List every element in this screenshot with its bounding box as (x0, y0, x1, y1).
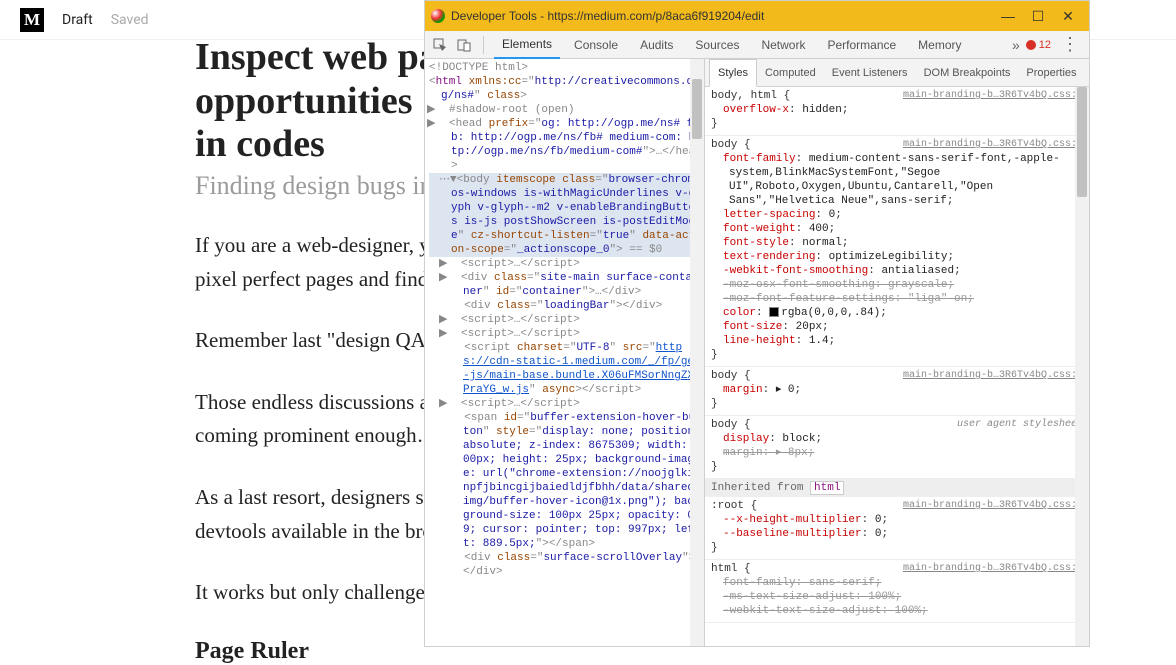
devtools-titlebar[interactable]: Developer Tools - https://medium.com/p/8… (425, 1, 1089, 31)
saved-status: Saved (111, 12, 149, 28)
dom-node[interactable]: <!DOCTYPE html> (429, 61, 702, 75)
source-link[interactable]: main-branding-b…3R6Tv4bQ.css:1 (903, 562, 1083, 576)
tab-network[interactable]: Network (753, 31, 813, 59)
source-link[interactable]: main-branding-b…3R6Tv4bQ.css:1 (903, 138, 1083, 152)
dom-node[interactable]: <div class="surface-scrollOverlay"></div… (429, 551, 702, 579)
tab-computed[interactable]: Computed (757, 59, 824, 87)
dom-node-selected[interactable]: ⋯▼<body itemscope class="browser-chrome … (429, 173, 702, 257)
styles-panel: Styles Computed Event Listeners DOM Brea… (705, 59, 1089, 646)
dom-node[interactable]: <span id="buffer-extension-hover-button"… (429, 411, 702, 551)
close-button[interactable]: ✕ (1053, 8, 1083, 25)
dom-node[interactable]: ▶<script>…</script> (429, 397, 702, 411)
tab-dom-breakpoints[interactable]: DOM Breakpoints (916, 59, 1019, 87)
tab-console[interactable]: Console (566, 31, 626, 59)
chrome-icon (431, 9, 445, 23)
dom-node[interactable]: <div class="loadingBar"></div> (429, 299, 702, 313)
kebab-menu-icon[interactable]: ⋮ (1057, 34, 1083, 55)
elements-panel[interactable]: <!DOCTYPE html> <html xmlns:cc="http://c… (425, 59, 705, 646)
devtools-window: Developer Tools - https://medium.com/p/8… (424, 0, 1090, 647)
dom-node[interactable]: ▶<head prefix="og: http://ogp.me/ns# fb:… (429, 117, 702, 173)
tab-memory[interactable]: Memory (910, 31, 969, 59)
tab-elements[interactable]: Elements (494, 31, 560, 59)
tabs-overflow-icon[interactable]: » (1012, 37, 1020, 53)
dom-node[interactable]: ▶<script>…</script> (429, 327, 702, 341)
minimize-button[interactable]: — (993, 8, 1023, 24)
tab-sources[interactable]: Sources (687, 31, 747, 59)
styles-rules[interactable]: body, html {main-branding-b…3R6Tv4bQ.css… (705, 87, 1089, 646)
dom-node[interactable]: ▶<script>…</script> (429, 257, 702, 271)
scrollbar[interactable] (1075, 87, 1089, 646)
devtools-tabbar: Elements Console Audits Sources Network … (425, 31, 1089, 59)
dom-node[interactable]: ▶<div class="site-main surface-container… (429, 271, 702, 299)
scrollbar[interactable] (690, 59, 704, 646)
source-link[interactable]: main-branding-b…3R6Tv4bQ.css:1 (903, 369, 1083, 383)
tab-event-listeners[interactable]: Event Listeners (824, 59, 916, 87)
source-link[interactable]: main-branding-b…3R6Tv4bQ.css:1 (903, 89, 1083, 103)
tab-styles[interactable]: Styles (709, 59, 757, 87)
source-link[interactable]: main-branding-b…3R6Tv4bQ.css:1 (903, 499, 1083, 513)
maximize-button[interactable]: ☐ (1023, 8, 1053, 25)
tab-performance[interactable]: Performance (819, 31, 904, 59)
ua-stylesheet: user agent stylesheet (957, 418, 1083, 432)
dom-node[interactable]: ▶#shadow-root (open) (429, 103, 702, 117)
medium-logo[interactable]: M (20, 8, 44, 32)
tab-audits[interactable]: Audits (632, 31, 681, 59)
tab-properties[interactable]: Properties (1018, 59, 1084, 87)
separator (483, 36, 484, 54)
error-count[interactable]: 12 (1026, 39, 1051, 51)
dom-node[interactable]: ▶<script>…</script> (429, 313, 702, 327)
inspect-icon[interactable] (431, 36, 449, 54)
draft-status: Draft (62, 12, 93, 28)
window-title: Developer Tools - https://medium.com/p/8… (451, 9, 993, 23)
dom-node[interactable]: <script charset="UTF-8" src="https://cdn… (429, 341, 702, 397)
styles-tabbar: Styles Computed Event Listeners DOM Brea… (705, 59, 1089, 87)
device-icon[interactable] (455, 36, 473, 54)
dom-node[interactable]: <html xmlns:cc="http://creativecommons.o… (429, 75, 702, 103)
inherited-from: Inherited from html (705, 479, 1089, 497)
